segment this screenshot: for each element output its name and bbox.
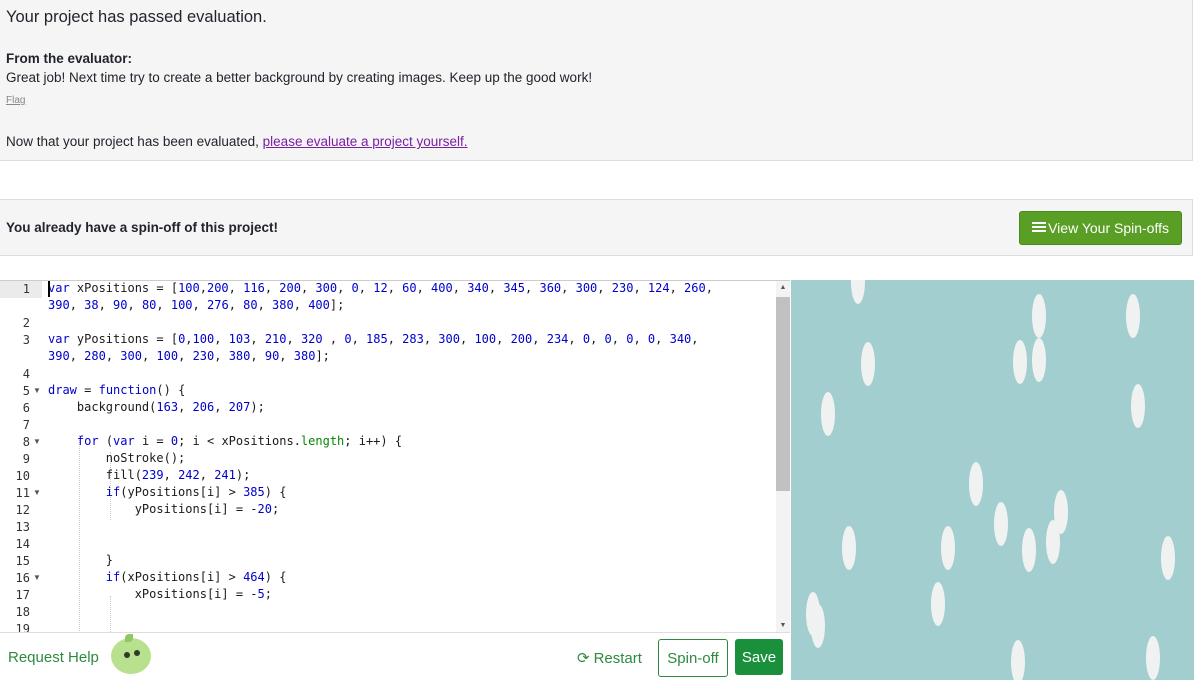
snowflake-shape bbox=[931, 582, 945, 626]
list-icon bbox=[1032, 222, 1047, 234]
line-number: 12 bbox=[15, 503, 30, 517]
snowflake-shape bbox=[1146, 636, 1160, 680]
snowflake-shape bbox=[1161, 536, 1175, 580]
line-number: 5 bbox=[22, 384, 30, 398]
refresh-icon: ⟳ bbox=[577, 650, 590, 667]
snowflake-shape bbox=[821, 392, 835, 436]
editor-scrollbar[interactable]: ▲ ▼ bbox=[776, 281, 790, 633]
fold-arrow-icon[interactable]: ▼ bbox=[33, 386, 41, 395]
snowflake-shape bbox=[1011, 640, 1025, 680]
output-canvas[interactable] bbox=[791, 280, 1194, 680]
code-line: 390, 280, 300, 100, 230, 380, 90, 380]; bbox=[48, 349, 330, 363]
code-line: 390, 38, 90, 80, 100, 276, 80, 380, 400]… bbox=[48, 298, 345, 312]
code-line: noStroke(); bbox=[48, 451, 186, 465]
line-number: 8 bbox=[22, 435, 30, 449]
line-number: 18 bbox=[15, 605, 30, 619]
line-number: 4 bbox=[22, 367, 30, 381]
line-number: 6 bbox=[22, 401, 30, 415]
code-line: if(yPositions[i] > 385) { bbox=[105, 485, 287, 499]
line-number: 10 bbox=[15, 469, 30, 483]
snowflake-shape bbox=[1022, 528, 1036, 572]
leaf-icon bbox=[125, 634, 133, 642]
code-line: if(xPositions[i] > 464) { bbox=[105, 570, 287, 584]
flag-link[interactable]: Flag bbox=[6, 95, 25, 106]
view-spinoffs-button[interactable]: View Your Spin-offs bbox=[1019, 211, 1182, 245]
avatar-eye bbox=[134, 650, 140, 656]
fold-arrow-icon[interactable]: ▼ bbox=[33, 488, 41, 497]
evaluate-prompt: Now that your project has been evaluated… bbox=[6, 134, 468, 149]
fold-arrow-icon[interactable]: ▼ bbox=[33, 437, 41, 446]
line-number: 17 bbox=[15, 588, 30, 602]
evaluator-label: From the evaluator: bbox=[6, 51, 133, 66]
line-number: 16 bbox=[15, 571, 30, 585]
spinoff-panel: You already have a spin-off of this proj… bbox=[0, 199, 1193, 256]
code-line: xPositions[i] = -5; bbox=[48, 587, 272, 601]
line-number: 9 bbox=[22, 452, 30, 466]
restart-button[interactable]: ⟳ Restart bbox=[577, 649, 642, 667]
snowflake-shape bbox=[969, 462, 983, 506]
avatar bbox=[111, 634, 151, 674]
code-line: background(163, 206, 207); bbox=[48, 400, 265, 414]
snowflake-shape bbox=[1046, 520, 1060, 564]
snowflake-shape bbox=[1032, 338, 1046, 382]
fold-arrow-icon[interactable]: ▼ bbox=[33, 573, 41, 582]
code-line: for (var i = 0; i < xPositions.length; i… bbox=[76, 434, 403, 448]
snowflake-shape bbox=[861, 342, 875, 386]
evaluation-panel: Your project has passed evaluation. From… bbox=[0, 0, 1193, 161]
code-line: var yPositions = [0,100, 103, 210, 320 ,… bbox=[48, 332, 699, 346]
snowflake-shape bbox=[1126, 294, 1140, 338]
code-line: var xPositions = [100,200, 116, 200, 300… bbox=[48, 281, 713, 295]
code-line: yPositions[i] = -20; bbox=[48, 502, 280, 516]
code-line: } bbox=[48, 553, 114, 567]
snowflake-shape bbox=[1032, 294, 1046, 338]
text-cursor bbox=[48, 281, 50, 297]
scroll-down-arrow-icon[interactable]: ▼ bbox=[776, 619, 790, 633]
line-number: 15 bbox=[15, 554, 30, 568]
line-number: 14 bbox=[15, 537, 30, 551]
snowflake-shape bbox=[994, 502, 1008, 546]
snowflake-shape bbox=[851, 280, 865, 304]
line-number: 3 bbox=[22, 333, 30, 347]
snowflake-shape bbox=[811, 604, 825, 648]
snowflake-shape bbox=[941, 526, 955, 570]
code-line: draw = function() { bbox=[48, 383, 186, 397]
code-line: fill(239, 242, 241); bbox=[48, 468, 251, 482]
snowflake-shape bbox=[1131, 384, 1145, 428]
scroll-up-arrow-icon[interactable]: ▲ bbox=[776, 281, 790, 295]
save-button[interactable]: Save bbox=[735, 639, 783, 675]
avatar-eye bbox=[124, 652, 130, 658]
snowflake-shape bbox=[842, 526, 856, 570]
snowflake-shape bbox=[1013, 340, 1027, 384]
line-number: 13 bbox=[15, 520, 30, 534]
view-spinoffs-label: View Your Spin-offs bbox=[1048, 220, 1169, 236]
spinoff-button[interactable]: Spin-off bbox=[658, 639, 728, 677]
indent-guide bbox=[110, 596, 112, 633]
restart-label: Restart bbox=[593, 650, 642, 667]
code-editor[interactable]: var xPositions = [100,200, 116, 200, 300… bbox=[0, 280, 790, 633]
line-number: 1 bbox=[22, 282, 30, 296]
request-help-button[interactable]: Request Help bbox=[8, 649, 99, 666]
scroll-thumb[interactable] bbox=[776, 297, 790, 491]
spinoff-message: You already have a spin-off of this proj… bbox=[6, 220, 279, 235]
evaluator-message: Great job! Next time try to create a bet… bbox=[6, 70, 593, 85]
evaluation-title: Your project has passed evaluation. bbox=[6, 8, 267, 26]
editor-toolbar: Request Help ⟳ Restart Spin-off Save bbox=[0, 632, 790, 681]
line-number: 7 bbox=[22, 418, 30, 432]
line-number: 2 bbox=[22, 316, 30, 330]
line-number: 11 bbox=[15, 486, 30, 500]
code-area[interactable]: var xPositions = [100,200, 116, 200, 300… bbox=[0, 281, 776, 633]
evaluate-project-link[interactable]: please evaluate a project yourself. bbox=[263, 134, 468, 149]
evaluate-prompt-text: Now that your project has been evaluated… bbox=[6, 134, 263, 149]
